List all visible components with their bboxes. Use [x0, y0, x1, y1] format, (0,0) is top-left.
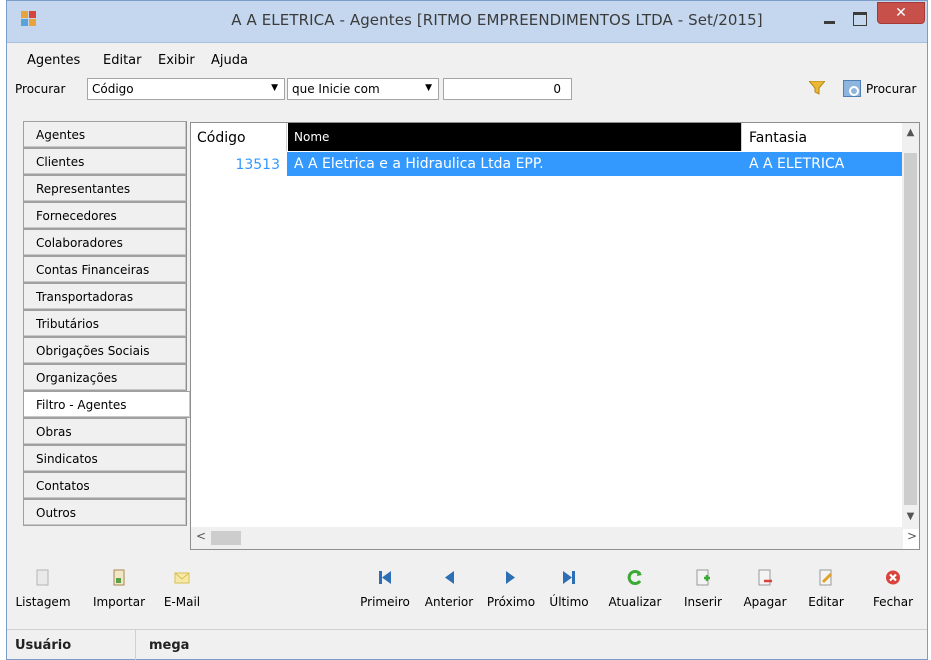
sidebar-item-agentes[interactable]: Agentes [23, 121, 187, 148]
sidebar-item-representantes[interactable]: Representantes [23, 175, 187, 202]
insert-icon [696, 569, 710, 586]
inserir-button[interactable]: Inserir [677, 563, 729, 621]
sidebar-item-obrigacoes-sociais[interactable]: Obrigações Sociais [23, 337, 187, 364]
importar-button[interactable]: Importar [87, 563, 151, 621]
importar-label: Importar [92, 595, 146, 609]
menu-ajuda[interactable]: Ajuda [211, 53, 248, 68]
inserir-label: Inserir [684, 595, 722, 609]
status-user-value: mega [149, 638, 190, 653]
delete-icon [758, 569, 772, 586]
scroll-right-icon[interactable]: > [907, 529, 917, 543]
maximize-button[interactable] [845, 3, 873, 31]
ultimo-label: Último [549, 595, 589, 609]
search-field-select[interactable]: Código ▼ [87, 78, 285, 100]
listagem-label: Listagem [15, 595, 71, 609]
status-bar: Usuário mega [7, 629, 927, 660]
column-header-nome[interactable]: Nome [288, 123, 742, 151]
apagar-button[interactable]: Apagar [739, 563, 791, 621]
table-row[interactable]: 13513 A A Eletrica e a Hidraulica Ltda E… [191, 152, 903, 176]
vertical-scrollbar[interactable]: ▲ ▼ [902, 123, 919, 529]
envelope-icon [174, 572, 190, 584]
search-mode-select[interactable]: que Inicie com ▼ [287, 78, 439, 100]
anterior-button[interactable]: Anterior [419, 563, 479, 621]
vertical-scroll-thumb[interactable] [904, 153, 917, 505]
sidebar-item-tributarios[interactable]: Tributários [23, 310, 187, 337]
anterior-label: Anterior [424, 595, 474, 609]
primeiro-label: Primeiro [360, 595, 410, 609]
apagar-label: Apagar [743, 595, 787, 609]
menu-editar[interactable]: Editar [103, 53, 142, 68]
close-window-button[interactable]: ✕ [877, 2, 925, 24]
grid-header: Código Nome Fantasia [191, 123, 903, 151]
search-bar: Procurar Código ▼ que Inicie com ▼ 0 Pro… [7, 77, 927, 101]
search-button[interactable]: Procurar [839, 78, 925, 100]
scroll-left-icon[interactable]: < [196, 529, 206, 543]
fechar-button[interactable]: Fechar [867, 563, 919, 621]
close-icon: ✕ [895, 5, 907, 21]
chevron-down-icon: ▼ [271, 83, 278, 93]
sidebar-item-contatos[interactable]: Contatos [23, 472, 187, 499]
import-icon [113, 569, 125, 586]
sidebar-item-fornecedores[interactable]: Fornecedores [23, 202, 187, 229]
menu-agentes[interactable]: Agentes [27, 53, 80, 68]
first-record-icon [379, 571, 391, 584]
menu-exibir[interactable]: Exibir [158, 53, 195, 68]
minimize-button[interactable] [815, 3, 843, 31]
refresh-icon [627, 570, 642, 585]
edit-icon [819, 569, 833, 586]
sidebar-item-filtro-agentes[interactable]: Filtro - Agentes [23, 391, 190, 418]
column-header-fantasia[interactable]: Fantasia [743, 123, 903, 151]
chevron-down-icon: ▼ [425, 83, 432, 93]
proximo-button[interactable]: Próximo [481, 563, 541, 621]
sidebar-item-transportadoras[interactable]: Transportadoras [23, 283, 187, 310]
scroll-up-icon[interactable]: ▲ [902, 127, 919, 147]
document-icon [36, 569, 49, 586]
search-input[interactable]: 0 [443, 78, 572, 100]
scroll-down-icon[interactable]: ▼ [902, 511, 919, 531]
search-field-value: Código [92, 82, 134, 96]
cell-codigo[interactable]: 13513 [191, 152, 287, 176]
sidebar-item-clientes[interactable]: Clientes [23, 148, 187, 175]
previous-record-icon [445, 571, 454, 584]
horizontal-scrollbar[interactable]: < > [191, 527, 917, 549]
sidebar-item-contas-financeiras[interactable]: Contas Financeiras [23, 256, 187, 283]
main-window: A A ELETRICA - Agentes [RITMO EMPREENDIM… [6, 0, 928, 660]
search-icon [843, 80, 861, 97]
sidebar: Agentes Clientes Representantes Forneced… [23, 121, 190, 526]
cell-nome[interactable]: A A Eletrica e a Hidraulica Ltda EPP. [288, 152, 742, 176]
search-button-label: Procurar [866, 82, 917, 96]
next-record-icon [506, 571, 515, 584]
horizontal-scroll-thumb[interactable] [211, 531, 241, 545]
editar-button[interactable]: Editar [801, 563, 851, 621]
status-divider [135, 630, 136, 660]
atualizar-button[interactable]: Atualizar [603, 563, 667, 621]
bottom-toolbar: Listagem Importar E-Mail Primeiro Anteri… [7, 563, 927, 623]
editar-label: Editar [808, 595, 844, 609]
sidebar-item-sindicatos[interactable]: Sindicatos [23, 445, 187, 472]
sidebar-item-organizacoes[interactable]: Organizações [23, 364, 187, 391]
filter-icon[interactable] [809, 81, 825, 95]
ultimo-button[interactable]: Último [543, 563, 595, 621]
agents-grid[interactable]: Código Nome Fantasia 13513 A A Eletrica … [190, 122, 920, 550]
atualizar-label: Atualizar [608, 595, 662, 609]
sidebar-item-colaboradores[interactable]: Colaboradores [23, 229, 187, 256]
listagem-button[interactable]: Listagem [11, 563, 75, 621]
window-title: A A ELETRICA - Agentes [RITMO EMPREENDIM… [231, 11, 763, 29]
sidebar-item-outros[interactable]: Outros [23, 499, 187, 526]
status-user-label: Usuário [15, 638, 72, 653]
fechar-label: Fechar [872, 595, 914, 609]
sidebar-item-obras[interactable]: Obras [23, 418, 187, 445]
cell-fantasia[interactable]: A A ELETRICA [743, 152, 903, 176]
primeiro-button[interactable]: Primeiro [355, 563, 415, 621]
last-record-icon [563, 571, 575, 584]
proximo-label: Próximo [486, 595, 536, 609]
email-button[interactable]: E-Mail [157, 563, 207, 621]
title-bar[interactable]: A A ELETRICA - Agentes [RITMO EMPREENDIM… [7, 1, 927, 43]
search-mode-value: que Inicie com [292, 82, 380, 96]
email-label: E-Mail [163, 595, 201, 609]
search-label: Procurar [15, 82, 66, 96]
close-icon [886, 570, 900, 585]
column-header-codigo[interactable]: Código [191, 123, 287, 151]
